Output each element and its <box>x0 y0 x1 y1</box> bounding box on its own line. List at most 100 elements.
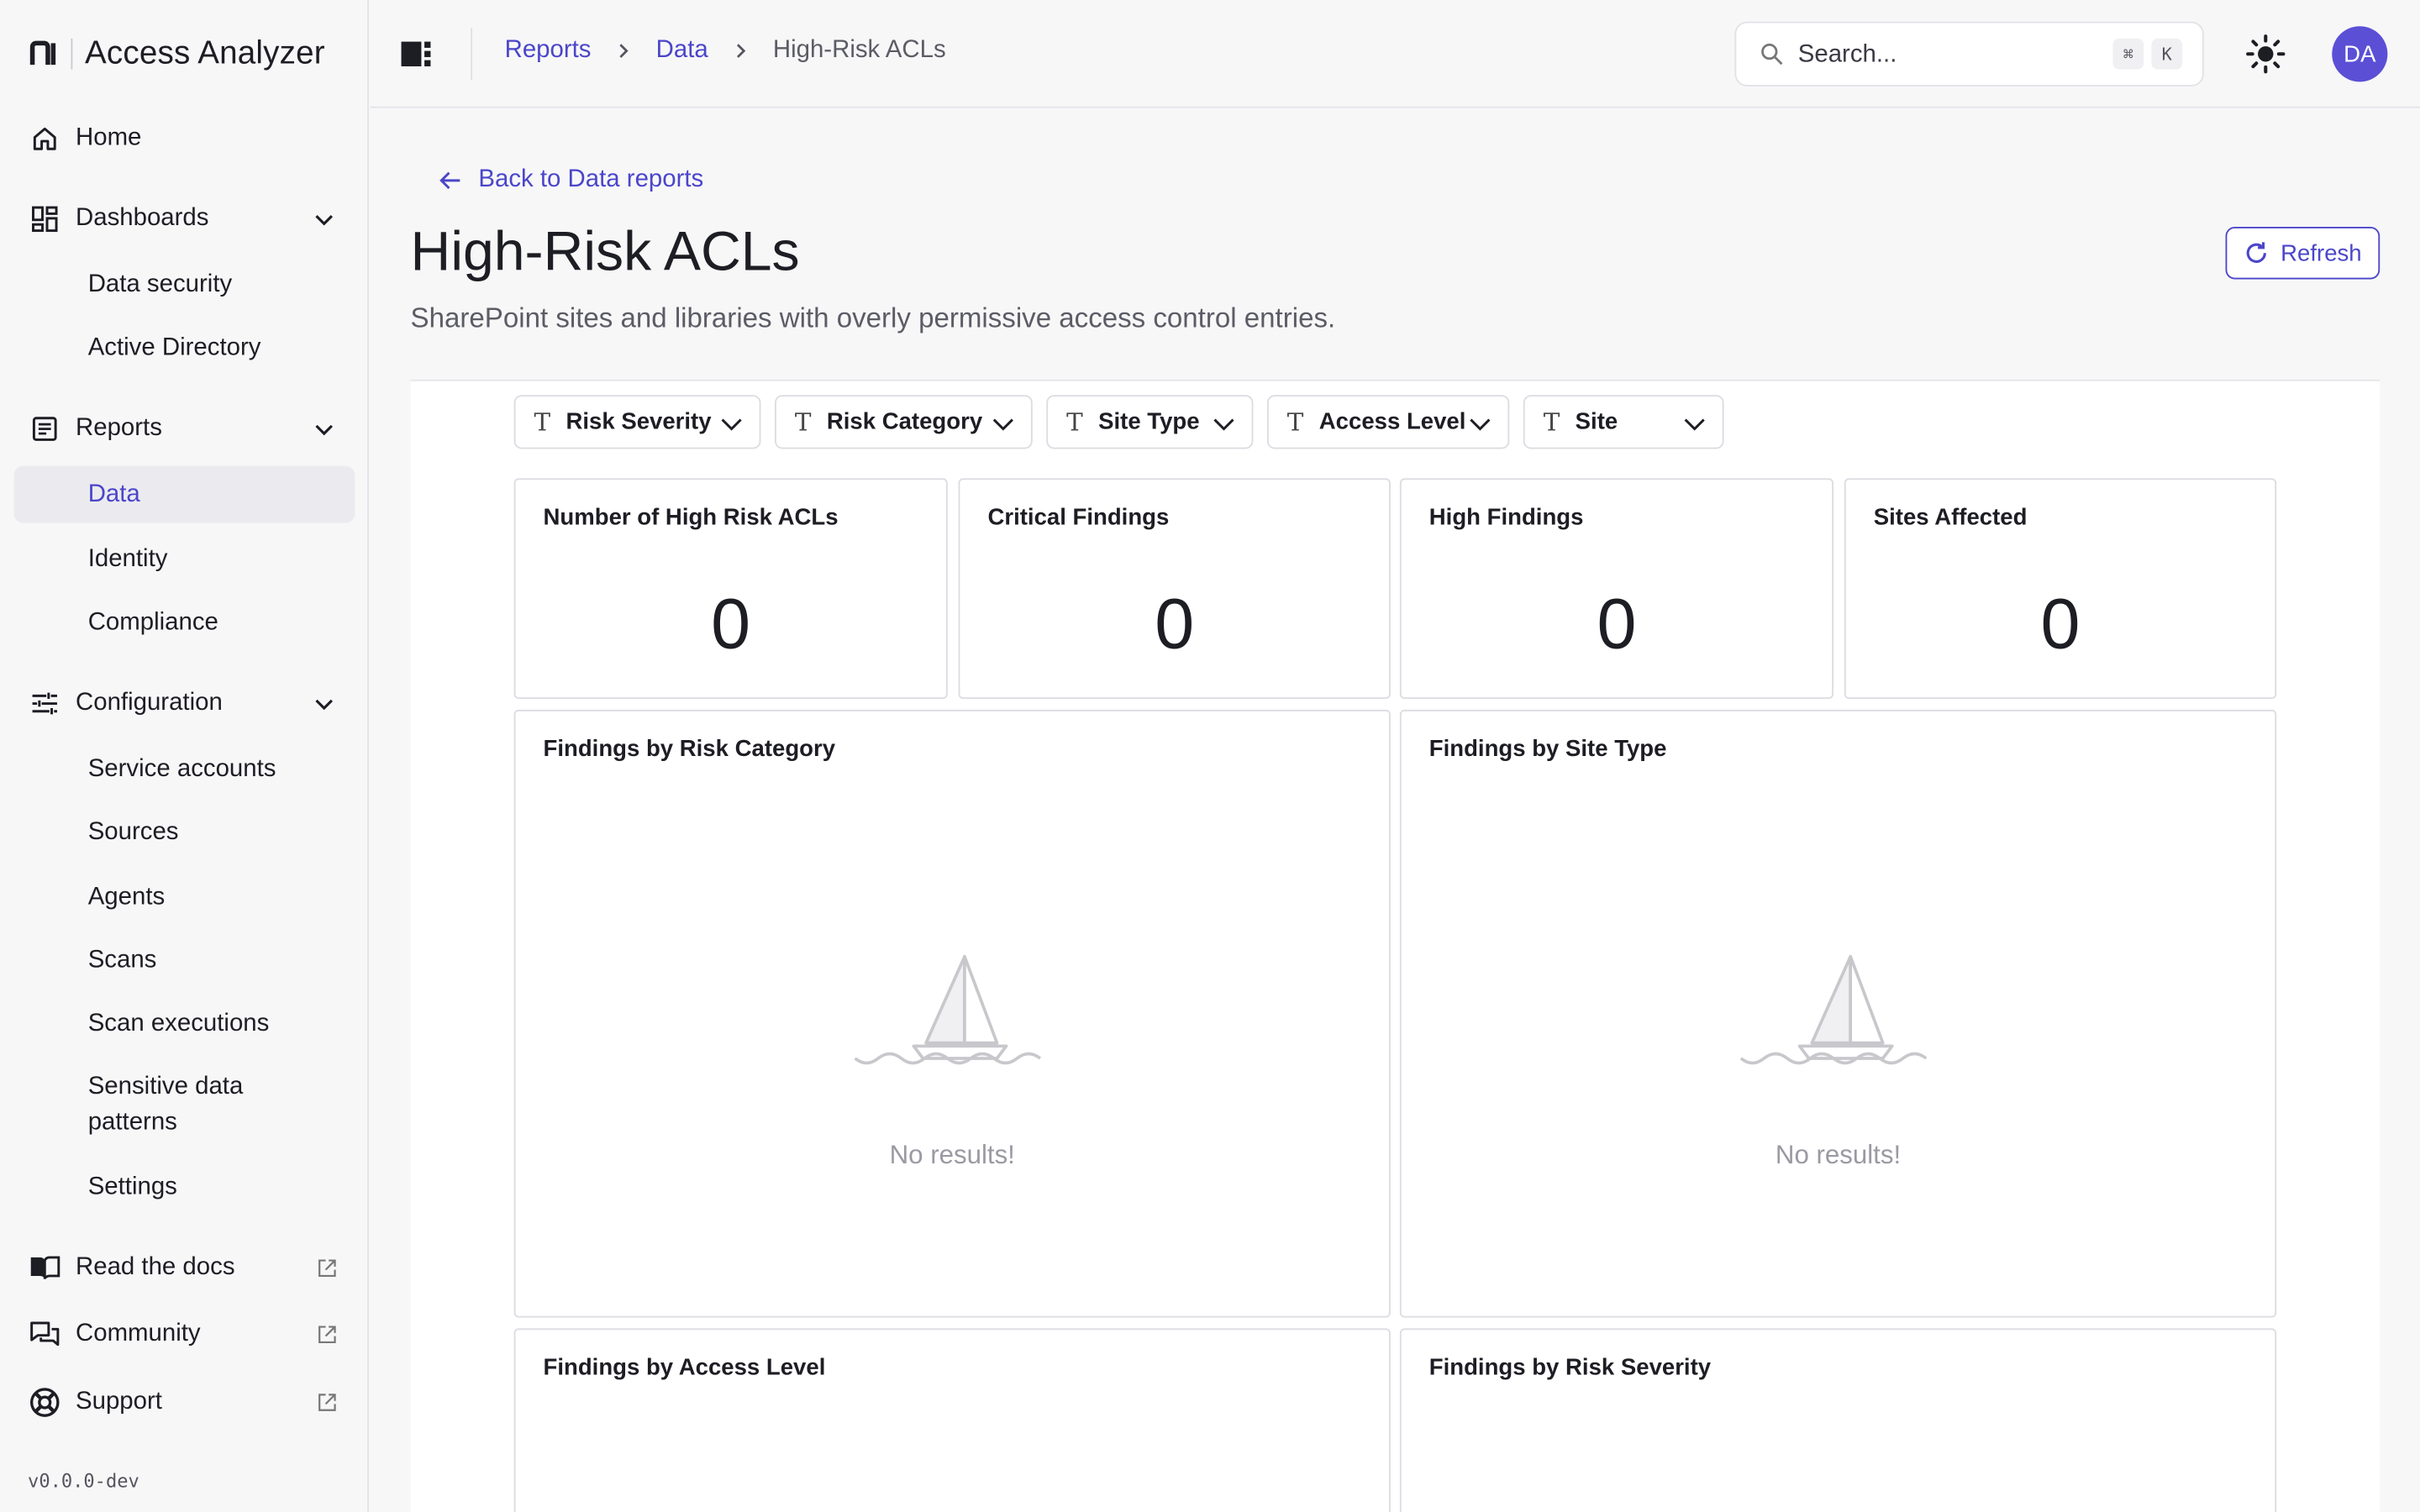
brand-divider <box>71 38 73 70</box>
arrow-left-icon <box>439 171 460 190</box>
filter-site-type[interactable]: T Site Type <box>1046 395 1254 449</box>
sidebar-item-label: Support <box>75 1389 162 1415</box>
chevron-down-icon <box>315 215 333 226</box>
chevron-down-icon <box>1213 418 1234 431</box>
topbar-divider <box>471 28 473 81</box>
chevron-down-icon <box>1470 418 1491 431</box>
sidebar-item-dashboards[interactable]: Dashboards <box>14 190 355 249</box>
dashboard-icon <box>29 203 60 234</box>
kpi-label: Sites Affected <box>1873 504 2028 531</box>
sidebar-toggle-icon[interactable] <box>400 37 434 71</box>
search-input[interactable] <box>1797 37 2091 75</box>
page-description: SharePoint sites and libraries with over… <box>410 302 1336 333</box>
external-link-icon <box>318 1326 336 1344</box>
page-title: High-Risk ACLs <box>410 218 800 283</box>
sidebar-item-configuration[interactable]: Configuration <box>14 675 355 733</box>
sidebar-item-reports[interactable]: Reports <box>14 400 355 459</box>
refresh-button[interactable]: Refresh <box>2225 226 2381 280</box>
external-link-icon <box>318 1259 336 1278</box>
filter-access-level[interactable]: T Access Level <box>1266 395 1510 449</box>
chevron-right-icon <box>736 44 745 58</box>
filter-label: Access Level <box>1318 408 1466 435</box>
sidebar-item-label: Home <box>75 124 142 151</box>
refresh-label: Refresh <box>2281 239 2362 266</box>
external-link-icon <box>318 1394 336 1411</box>
chat-icon <box>29 1319 60 1350</box>
filter-risk-category[interactable]: T Risk Category <box>775 395 1033 449</box>
kpi-value: 0 <box>1597 583 1637 664</box>
chart-title: Findings by Risk Category <box>543 736 836 763</box>
brand[interactable]: Access Analyzer <box>28 28 325 80</box>
avatar[interactable]: DA <box>2332 26 2388 82</box>
breadcrumb-reports[interactable]: Reports <box>505 37 592 65</box>
text-type-icon: T <box>534 407 551 437</box>
sailboat-icon <box>854 954 1042 1065</box>
chart-card-site-type: Findings by Site Type No results! <box>1399 709 2277 1318</box>
kpi-label: High Findings <box>1428 504 1584 531</box>
filter-site[interactable]: T Site <box>1523 395 1724 449</box>
sidebar-item-data[interactable]: Data <box>13 465 355 523</box>
sidebar-item-home[interactable]: Home <box>14 109 355 168</box>
sidebar-item-compliance[interactable]: Compliance <box>14 594 355 651</box>
text-type-icon: T <box>1286 407 1304 437</box>
chart-title: Findings by Risk Severity <box>1428 1354 1712 1381</box>
sidebar-item-label: Reports <box>75 415 162 442</box>
breadcrumb: Reports Data High-Risk ACLs <box>505 37 946 65</box>
sidebar-link-community[interactable]: Community <box>14 1305 355 1364</box>
filter-label: Site Type <box>1098 408 1200 435</box>
kpi-value: 0 <box>1155 583 1195 664</box>
chart-title: Findings by Access Level <box>543 1354 826 1381</box>
chart-card-access-level: Findings by Access Level <box>513 1328 1391 1512</box>
app-version: v0.0.0-dev <box>28 1470 139 1493</box>
breadcrumb-data[interactable]: Data <box>656 37 708 65</box>
chevron-down-icon <box>721 418 742 431</box>
back-link[interactable]: Back to Data reports <box>439 166 704 194</box>
sun-icon[interactable] <box>2245 34 2286 74</box>
lifebuoy-icon <box>29 1387 60 1418</box>
search-icon <box>1761 43 1783 66</box>
text-type-icon: T <box>794 407 812 437</box>
book-icon <box>29 1252 60 1284</box>
breadcrumb-current: High-Risk ACLs <box>772 37 946 64</box>
search-box[interactable]: ⌘ K <box>1734 21 2204 87</box>
kpi-label: Number of High Risk ACLs <box>543 504 839 531</box>
home-icon <box>29 123 60 155</box>
sidebar-link-docs[interactable]: Read the docs <box>14 1239 355 1298</box>
sidebar-item-label: Read the docs <box>75 1254 235 1281</box>
empty-state-text: No results! <box>889 1140 1015 1170</box>
sidebar-item-active-directory[interactable]: Active Directory <box>14 319 355 376</box>
chevron-down-icon <box>1684 418 1705 431</box>
sidebar-item-identity[interactable]: Identity <box>14 531 355 588</box>
sidebar-item-agents[interactable]: Agents <box>14 869 355 926</box>
chevron-down-icon <box>315 699 333 711</box>
sidebar-item-sensitive-data-patterns[interactable]: Sensitive data patterns <box>14 1069 323 1140</box>
back-link-label: Back to Data reports <box>478 166 704 193</box>
logo-icon <box>29 40 56 66</box>
sailboat-icon <box>1739 954 1928 1065</box>
filter-label: Risk Category <box>826 408 983 435</box>
chevron-down-icon <box>992 418 1013 431</box>
sidebar-item-data-security[interactable]: Data security <box>14 256 355 313</box>
kpi-card-critical-findings: Critical Findings 0 <box>958 478 1391 700</box>
kpi-card-high-findings: High Findings 0 <box>1399 478 1833 700</box>
chevron-down-icon <box>315 424 333 436</box>
text-type-icon: T <box>1066 407 1083 437</box>
sidebar-item-label: Dashboards <box>75 205 209 232</box>
report-icon <box>29 413 60 444</box>
chart-card-risk-category: Findings by Risk Category No results! <box>513 709 1391 1318</box>
sidebar-item-settings[interactable]: Settings <box>14 1158 355 1215</box>
filter-risk-severity[interactable]: T Risk Severity <box>513 395 761 449</box>
sidebar-item-sources[interactable]: Sources <box>14 804 355 861</box>
kpi-label: Critical Findings <box>987 504 1170 531</box>
empty-state-text: No results! <box>1775 1140 1902 1170</box>
refresh-icon <box>2246 242 2266 263</box>
sidebar-item-scan-executions[interactable]: Scan executions <box>14 995 355 1053</box>
sidebar-link-support[interactable]: Support <box>14 1373 355 1432</box>
sidebar-item-scans[interactable]: Scans <box>14 932 355 989</box>
app-name: Access Analyzer <box>85 35 325 71</box>
sidebar-item-service-accounts[interactable]: Service accounts <box>14 741 355 798</box>
shortcut-key-cmd: ⌘ <box>2112 38 2144 70</box>
filter-label: Site <box>1575 408 1618 435</box>
kpi-card-high-risk-acls: Number of High Risk ACLs 0 <box>513 478 948 700</box>
sidebar: Access Analyzer Home Dashboards Data sec… <box>0 0 369 1512</box>
